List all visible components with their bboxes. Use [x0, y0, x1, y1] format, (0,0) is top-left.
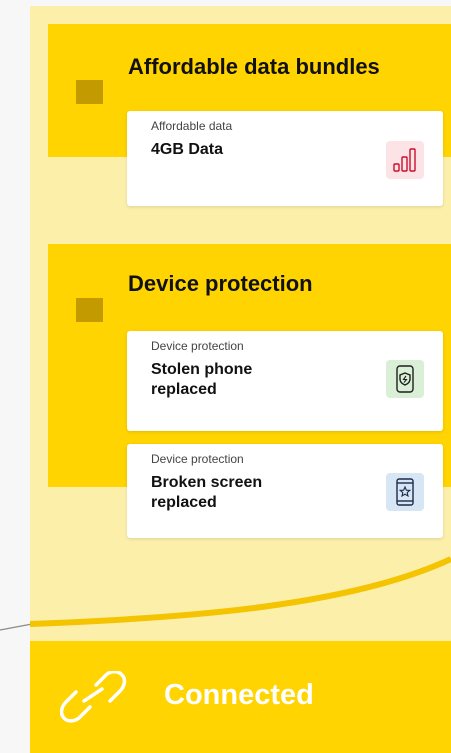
section-title: Device protection	[128, 271, 313, 296]
benefit-card-stolen-phone[interactable]: Device protection Stolen phone replaced	[127, 331, 443, 431]
benefits-panel: Affordable data bundles Affordable data …	[30, 6, 451, 753]
card-title: Broken screen replaced	[151, 474, 263, 511]
card-kicker: Device protection	[151, 339, 244, 353]
card-title: 4GB Data	[151, 141, 224, 158]
signal-bars-icon	[386, 141, 424, 179]
card-kicker: Affordable data	[151, 119, 233, 133]
benefit-card-4gb-data[interactable]: Affordable data 4GB Data	[127, 111, 443, 206]
card-kicker: Device protection	[151, 452, 244, 466]
benefit-card-broken-screen[interactable]: Device protection Broken screen replaced	[127, 444, 443, 538]
link-icon	[59, 669, 132, 732]
phone-shield-icon	[386, 360, 424, 398]
section-title: Affordable data bundles	[128, 54, 380, 79]
connected-footer[interactable]: Connected	[30, 641, 451, 753]
connected-label: Connected	[164, 679, 314, 711]
section-marker	[76, 80, 103, 104]
phone-star-icon	[386, 473, 424, 511]
section-marker	[76, 298, 103, 322]
card-title: Stolen phone replaced	[151, 361, 253, 398]
